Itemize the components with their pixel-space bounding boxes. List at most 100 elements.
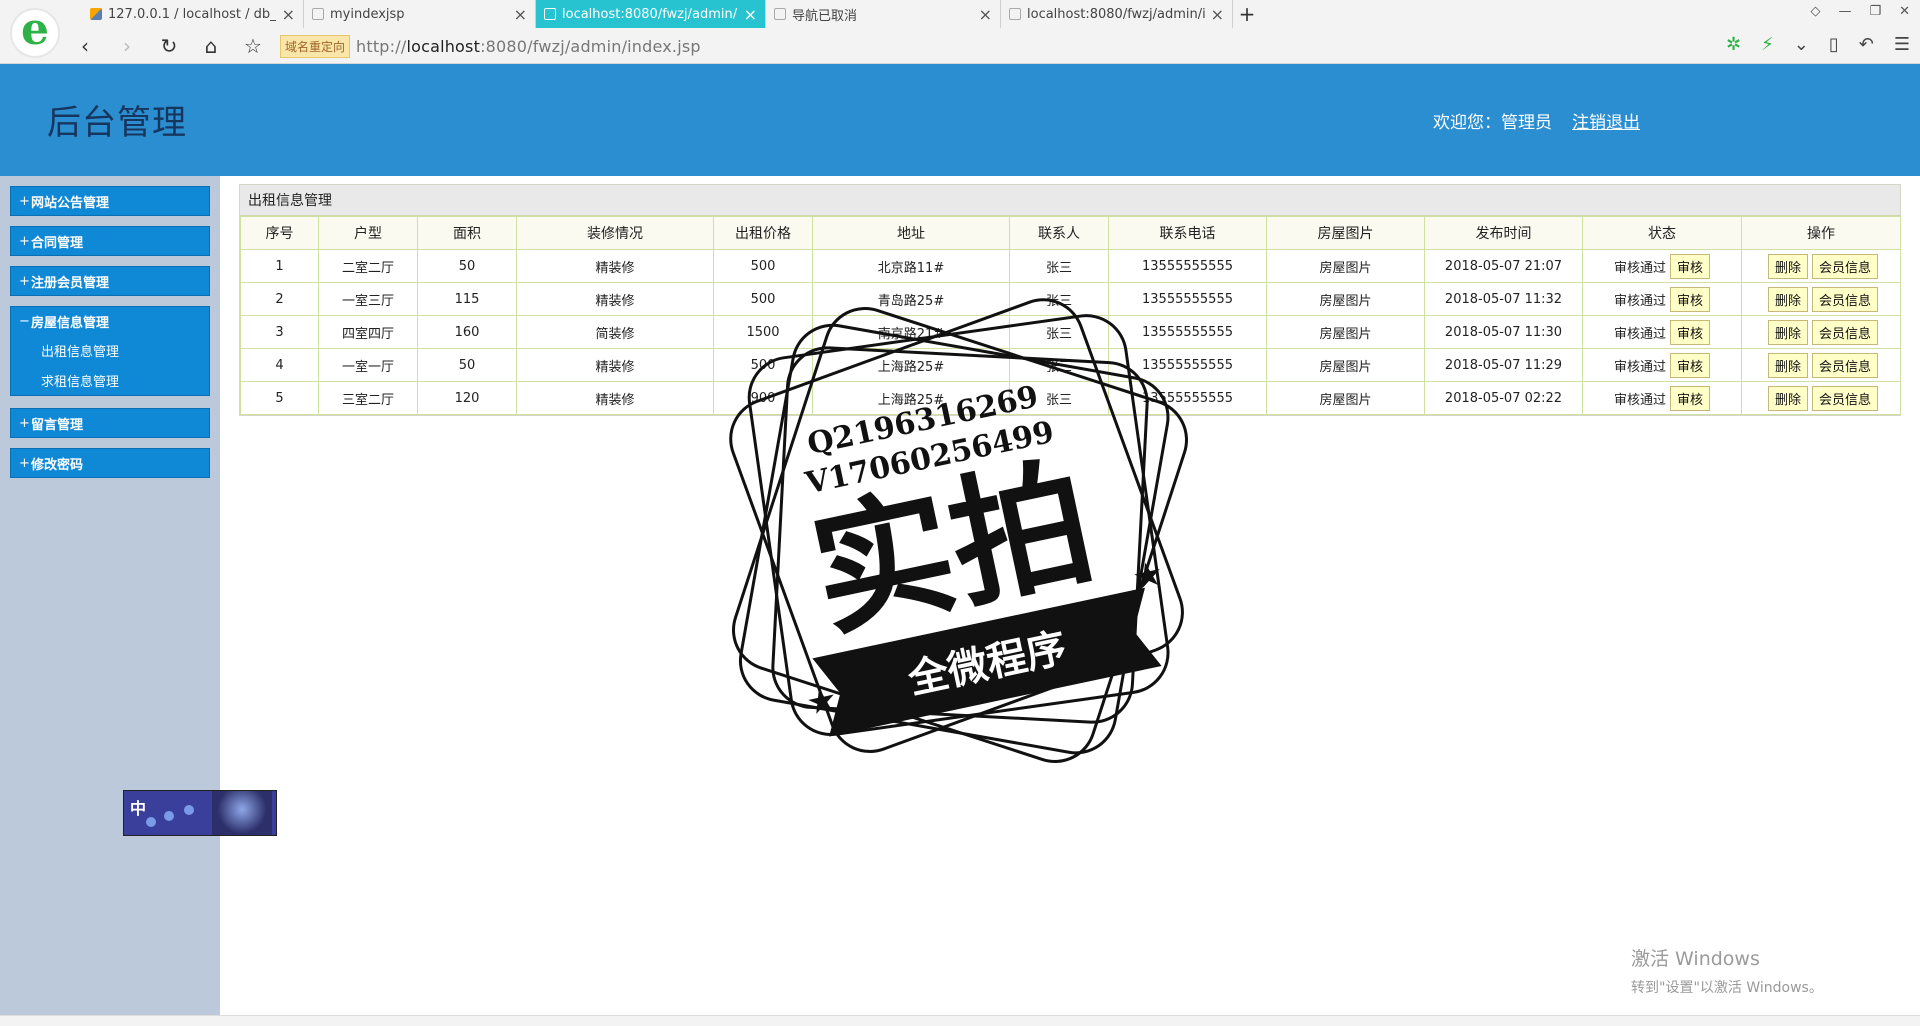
cell-phone: 13555555555 (1108, 348, 1267, 382)
audit-button[interactable]: 审核 (1670, 352, 1711, 378)
expand-icon: + (19, 233, 30, 249)
member-info-button[interactable]: 会员信息 (1812, 319, 1879, 345)
home-icon[interactable]: ⌂ (196, 31, 226, 61)
column-header: 联系人 (1009, 216, 1109, 250)
member-info-button[interactable]: 会员信息 (1812, 352, 1879, 378)
windows-activation-notice: 激活 Windows 转到"设置"以激活 Windows。 (1631, 944, 1823, 997)
member-info-button[interactable]: 会员信息 (1812, 286, 1879, 312)
cell-image-link[interactable]: 房屋图片 (1266, 381, 1425, 415)
star-icon: ★ (803, 679, 841, 724)
cell-time: 2018-05-07 11:29 (1424, 348, 1583, 382)
delete-button[interactable]: 删除 (1767, 286, 1808, 312)
delete-button[interactable]: 删除 (1767, 253, 1808, 279)
cell-no: 2 (240, 282, 319, 316)
status-text: 审核通过 (1613, 326, 1666, 342)
cell-type: 三室二厅 (318, 381, 418, 415)
audit-button[interactable]: 审核 (1670, 385, 1711, 411)
bookmark-icon[interactable]: ▯ (1829, 34, 1839, 55)
audit-button[interactable]: 审核 (1670, 286, 1711, 312)
cell-image-link[interactable]: 房屋图片 (1266, 348, 1425, 382)
redirect-badge: 域名重定向 (280, 34, 351, 58)
forward-icon[interactable]: › (112, 31, 142, 61)
panel-title: 出租信息管理 (240, 185, 1900, 216)
sidebar-item-label: 注册会员管理 (31, 275, 110, 291)
cell-time: 2018-05-07 11:30 (1424, 315, 1583, 349)
sidebar-item-housing[interactable]: − 房屋信息管理 出租信息管理 求租信息管理 (10, 306, 210, 396)
cell-image-link[interactable]: 房屋图片 (1266, 249, 1425, 283)
collapse-icon: − (19, 313, 30, 329)
skin-icon[interactable]: ◇ (1810, 4, 1820, 19)
close-window-icon[interactable]: ✕ (1899, 4, 1910, 19)
cell-address: 南京路21# (812, 315, 1010, 349)
browser-tab-active[interactable]: localhost:8080/fwzj/admin/index.jsp × (536, 0, 766, 28)
refresh-icon[interactable]: ↻ (154, 31, 184, 61)
sidebar-item-label: 合同管理 (31, 235, 84, 251)
column-header: 地址 (812, 216, 1010, 250)
activation-title: 激活 Windows (1631, 948, 1760, 970)
back-icon[interactable]: ‹ (70, 31, 100, 61)
menu-icon[interactable]: ☰ (1894, 34, 1910, 55)
sidebar-item-contracts[interactable]: + 合同管理 (10, 226, 210, 256)
close-icon[interactable]: × (744, 5, 757, 24)
member-info-button[interactable]: 会员信息 (1812, 385, 1879, 411)
page-icon (1009, 8, 1021, 20)
expand-icon: + (19, 273, 30, 289)
delete-button[interactable]: 删除 (1767, 385, 1808, 411)
sidebar-item-password[interactable]: + 修改密码 (10, 448, 210, 478)
tab-label: myindexjsp (330, 6, 405, 22)
browser-tab[interactable]: myindexjsp × (304, 0, 536, 28)
flash-icon[interactable]: ⚡ (1761, 34, 1774, 55)
sidebar-item-messages[interactable]: + 留言管理 (10, 408, 210, 438)
member-info-button[interactable]: 会员信息 (1812, 253, 1879, 279)
cell-status: 审核通过 审核 (1582, 282, 1742, 316)
watermark-vx: V17060256499 (801, 415, 1057, 502)
cell-actions: 删除 会员信息 (1741, 249, 1901, 283)
delete-button[interactable]: 删除 (1767, 319, 1808, 345)
column-header: 面积 (417, 216, 517, 250)
cell-actions: 删除 会员信息 (1741, 348, 1901, 382)
table-row: 4 一室一厅 50 精装修 500 上海路25# 张三 13555555555 … (240, 348, 1901, 382)
submenu-rent-wanted[interactable]: 求租信息管理 (11, 365, 209, 395)
tab-label: localhost:8080/fwzj/admin/index.jsp (1027, 6, 1205, 22)
address-bar[interactable]: http://localhost:8080/fwzj/admin/index.j… (356, 37, 701, 56)
ime-toolbar[interactable]: 中 (123, 790, 277, 836)
security-icon[interactable]: ✲ (1726, 34, 1741, 55)
cell-image-link[interactable]: 房屋图片 (1266, 282, 1425, 316)
new-tab-button[interactable]: + (1233, 0, 1261, 28)
ime-mode-label: 中 (130, 799, 147, 818)
cell-type: 一室三厅 (318, 282, 418, 316)
chevron-down-icon[interactable]: ⌄ (1794, 34, 1809, 55)
cell-no: 4 (240, 348, 319, 382)
logout-link[interactable]: 注销退出 (1572, 108, 1640, 133)
cell-status: 审核通过 审核 (1582, 348, 1742, 382)
browser-tab[interactable]: localhost:8080/fwzj/admin/index.jsp × (1001, 0, 1233, 28)
cell-image-link[interactable]: 房屋图片 (1266, 315, 1425, 349)
close-icon[interactable]: × (1211, 5, 1224, 24)
cell-area: 120 (417, 381, 517, 415)
cell-contact: 张三 (1009, 315, 1109, 349)
cell-contact: 张三 (1009, 381, 1109, 415)
cell-status: 审核通过 审核 (1582, 249, 1742, 283)
delete-button[interactable]: 删除 (1767, 352, 1808, 378)
column-header: 户型 (318, 216, 418, 250)
audit-button[interactable]: 审核 (1670, 319, 1711, 345)
browser-tab[interactable]: 导航已取消 × (766, 0, 1001, 28)
ime-dot-icon (146, 817, 156, 827)
close-icon[interactable]: × (979, 5, 992, 24)
close-icon[interactable]: × (282, 5, 295, 24)
sidebar-item-members[interactable]: + 注册会员管理 (10, 266, 210, 296)
cell-area: 115 (417, 282, 517, 316)
browser-tab[interactable]: 127.0.0.1 / localhost / db_fwzj × (82, 0, 304, 28)
submenu-rent-out[interactable]: 出租信息管理 (11, 335, 209, 365)
minimize-icon[interactable]: — (1838, 4, 1851, 19)
star-icon[interactable]: ☆ (238, 31, 268, 61)
restore-icon[interactable]: ❐ (1869, 4, 1881, 19)
column-header: 状态 (1582, 216, 1742, 250)
sidebar-item-announcements[interactable]: + 网站公告管理 (10, 186, 210, 216)
browser-logo[interactable]: e (10, 8, 60, 58)
audit-button[interactable]: 审核 (1670, 253, 1711, 279)
undo-icon[interactable]: ↶ (1859, 34, 1874, 55)
close-icon[interactable]: × (514, 5, 527, 24)
table-row: 2 一室三厅 115 精装修 500 青岛路25# 张三 13555555555… (240, 282, 1901, 316)
admin-header: 后台管理 欢迎您：管理员 注销退出 (0, 64, 1920, 176)
